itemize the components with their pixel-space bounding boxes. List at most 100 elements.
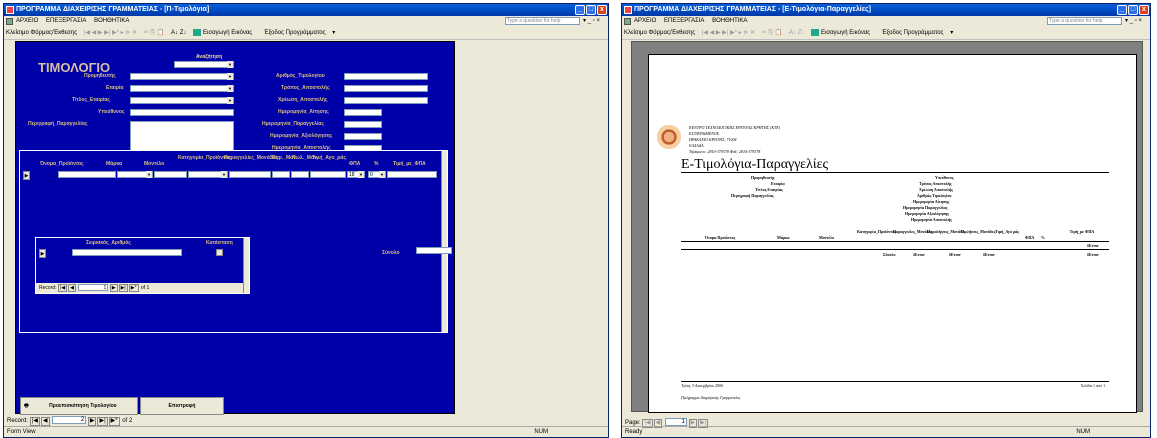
shipping-method-field[interactable]	[344, 85, 428, 92]
rpt-col-product: Όνομα Προϊόντος	[705, 235, 736, 240]
menu-tools[interactable]: ΒΟΗΘΗΤΙΚΑ	[94, 18, 129, 24]
prev-record-button[interactable]: ◀	[68, 284, 76, 292]
preview-invoice-button[interactable]: 🖶 Προεπισκόπηση Τιμολογίου	[20, 397, 138, 415]
back-button[interactable]: Επιστροφή	[140, 397, 224, 415]
ordered-units-cell[interactable]	[229, 171, 271, 178]
form-record-number[interactable]: 2	[52, 416, 87, 425]
close-form-button[interactable]: Κλείσιμο Φόρμας/Έκθεσης	[6, 30, 77, 36]
menu-file-2[interactable]: ΑΡΧΕΙΟ	[634, 18, 656, 24]
exit-program-button-2[interactable]: Έξοδος Προγράμματος ▾	[882, 30, 953, 36]
rpt-request-date-label: Ημερομηνία Αίτησης	[913, 199, 950, 204]
form-window: ΠΡΟΓΡΑΜΜΑ ΔΙΑΧΕΙΡΙΣΗΣ ΓΡΑΜΜΑΤΕΙΑΣ - [Π-Τ…	[3, 3, 609, 438]
vat-cell[interactable]: 18	[347, 171, 365, 178]
last-record-button[interactable]: ▶|	[118, 284, 128, 292]
col-brand: Μάρκα	[106, 161, 123, 167]
footer-date: Τρίτη, 5 Δεκεμβρίου 2006	[681, 383, 724, 388]
request-date-label: Ημερομηνία_Αίτησης	[278, 109, 329, 115]
form-prev-record-button[interactable]: ◀	[40, 417, 50, 426]
serial-record-selector[interactable]: ▶	[39, 249, 46, 258]
menu-tools-2[interactable]: ΒΟΗΘΗΤΙΚΑ	[712, 18, 747, 24]
status-checkbox[interactable]	[216, 249, 223, 256]
total-label: Σύνολο	[382, 250, 400, 256]
record-selector[interactable]: ▶	[23, 171, 30, 180]
insert-image-button-2[interactable]: Εισαγωγή Εικόνας	[811, 28, 875, 36]
close-report-button[interactable]: Κλείσιμο Φόρμας/Έκθεσης	[624, 30, 695, 36]
supplier-field[interactable]	[130, 73, 234, 80]
request-date-field[interactable]	[344, 109, 382, 116]
rpt-error-1: #Error	[1087, 243, 1099, 248]
next-record-button[interactable]: ▶	[109, 284, 118, 292]
rpt-error-5: #Error	[1087, 252, 1099, 257]
total-field[interactable]	[416, 247, 452, 254]
sort-icons-2: A↓ Z↓	[789, 30, 805, 36]
model-cell[interactable]	[154, 171, 187, 178]
serial-number-label: Σειριακός_Αριθμός	[86, 240, 131, 246]
search-label: Αναζήτηση	[196, 54, 223, 60]
minimize-button[interactable]: _	[575, 5, 585, 15]
menu-edit-2[interactable]: ΕΠΕΞΕΡΓΑΣΙΑ	[664, 18, 704, 24]
purchase-price-cell[interactable]	[310, 171, 346, 178]
manager-field[interactable]	[130, 109, 234, 116]
first-record-button[interactable]: |◀	[57, 284, 68, 292]
maximize-button-2[interactable]: □	[1128, 5, 1138, 15]
report-window: ΠΡΟΓΡΑΜΜΑ ΔΙΑΧΕΙΡΙΣΗΣ ΓΡΑΜΜΑΤΕΙΑΣ - [Ε-Τ…	[621, 3, 1151, 438]
insert-image-label-2: Εισαγωγή Εικόνας	[821, 30, 871, 36]
record-label: Record:	[7, 418, 29, 424]
order-date-field[interactable]	[344, 121, 382, 128]
product-name-cell[interactable]	[58, 171, 116, 178]
menu-window-controls-2[interactable]: ▾ _ ▫ ×	[1125, 16, 1142, 27]
evaluation-date-field[interactable]	[344, 133, 382, 140]
new-record-button[interactable]: ▶*	[128, 284, 139, 292]
percent-cell[interactable]: 0	[368, 171, 386, 178]
serial-number-field[interactable]	[72, 249, 182, 256]
status-bar: Form View NUM	[4, 426, 608, 437]
invoice-number-field[interactable]	[344, 73, 428, 80]
company-label: Εταιρία	[106, 85, 124, 91]
footer-page: Σελίδα 1 από 1	[1081, 383, 1106, 388]
sold-units-cell[interactable]	[291, 171, 309, 178]
received-units-cell[interactable]	[272, 171, 290, 178]
sub-record-label: Record:	[39, 285, 57, 291]
maximize-button[interactable]: □	[586, 5, 596, 15]
form-next-record-button[interactable]: ▶	[87, 417, 97, 426]
form-last-record-button[interactable]: ▶|	[97, 417, 108, 426]
exit-program-button[interactable]: Έξοδος Προγράμματος ▾	[264, 30, 335, 36]
rpt-col-price: Τιμή_Αγο ράς	[995, 229, 1019, 234]
company-field[interactable]	[130, 85, 234, 92]
form-first-record-button[interactable]: |◀	[29, 417, 40, 426]
brand-cell[interactable]	[117, 171, 153, 178]
menu-window-controls[interactable]: ▾ _ ▫ ×	[583, 16, 600, 27]
price-with-vat-cell[interactable]	[387, 171, 437, 178]
sort-icons[interactable]: A↓ Z↓	[171, 30, 186, 36]
evaluation-date-label: Ημερομηνία_Αξιολόγησης	[270, 133, 333, 139]
shipping-charge-field[interactable]	[344, 97, 428, 104]
title-bar[interactable]: ΠΡΟΓΡΑΜΜΑ ΔΙΑΧΕΙΡΙΣΗΣ ΓΡΑΜΜΑΤΕΙΑΣ - [Π-Τ…	[4, 4, 608, 16]
menu-edit[interactable]: ΕΠΕΞΕΡΓΑΣΙΑ	[46, 18, 86, 24]
order-description-field[interactable]	[130, 121, 234, 152]
close-button-2[interactable]: x	[1139, 5, 1149, 15]
rpt-eval-date-label: Ημερομηνία Αξιολόγησης	[905, 211, 949, 216]
close-button[interactable]: x	[597, 5, 607, 15]
document-icon	[6, 18, 13, 25]
rpt-error-4: #Error	[983, 252, 995, 257]
help-search-input-2[interactable]: Type a question for help	[1047, 17, 1122, 25]
subform-scrollbar[interactable]	[441, 151, 447, 332]
menu-file[interactable]: ΑΡΧΕΙΟ	[16, 18, 38, 24]
search-combo[interactable]	[174, 61, 234, 68]
serials-subform: Σειριακός_Αριθμός Κατάσταση ▶ Record: |◀…	[35, 237, 250, 294]
sub-record-number[interactable]: 1	[78, 284, 109, 292]
category-cell[interactable]	[188, 171, 228, 178]
serials-scrollbar[interactable]	[243, 238, 249, 293]
insert-image-button[interactable]: Εισαγωγή Εικόνας	[193, 28, 257, 36]
title-bar-2[interactable]: ΠΡΟΓΡΑΜΜΑ ΔΙΑΧΕΙΡΙΣΗΣ ΓΡΑΜΜΑΤΕΙΑΣ - [Ε-Τ…	[622, 4, 1150, 16]
document-icon-2	[624, 18, 631, 25]
form-new-record-button[interactable]: ▶*	[108, 417, 120, 426]
rpt-col-received: Παραλήψεις_Μονάδες	[927, 229, 966, 234]
sub-record-of: of 1	[140, 285, 150, 291]
print-preview-area[interactable]: ΚΕΝΤΡΟ ΤΕΧΝΟΛΟΓΙΚΗΣ ΕΡΕΥΝΑΣ ΚΡΗΤΗΣ (ΚΤΕ)…	[631, 41, 1143, 413]
help-search-input[interactable]: Type a question for help	[505, 17, 580, 25]
minimize-button-2[interactable]: _	[1117, 5, 1127, 15]
status-text: Form View	[7, 429, 36, 435]
company-title-field[interactable]	[130, 97, 234, 104]
shipping-method-label: Τρόπος_Αποστολής	[281, 85, 330, 91]
